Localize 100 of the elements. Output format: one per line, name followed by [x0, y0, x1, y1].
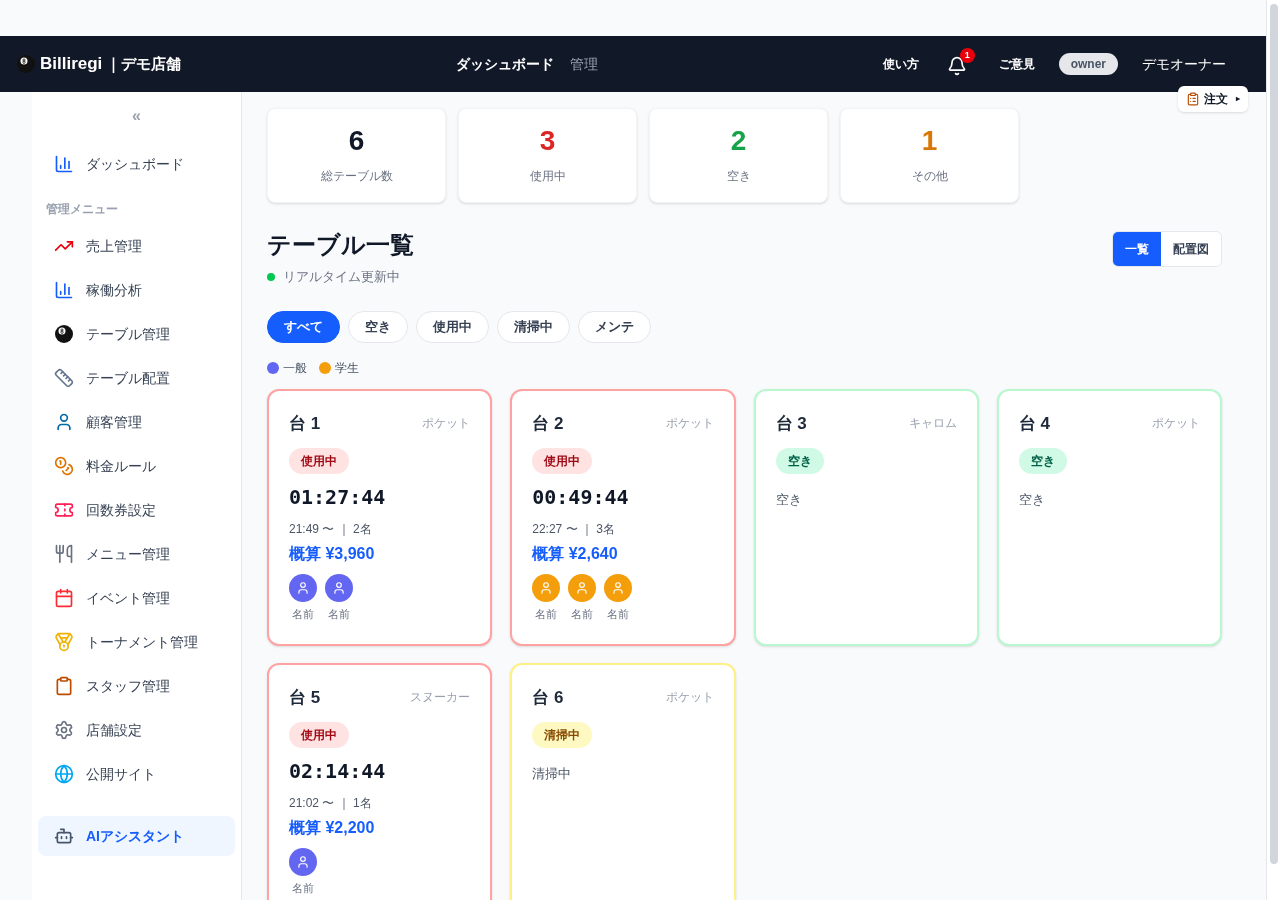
table-name: 台 2 — [532, 412, 564, 435]
view-tab[interactable]: 配置図 — [1161, 232, 1221, 266]
table-type: キャロム — [908, 415, 957, 433]
table-card[interactable]: 台 6 ポケット 清掃中 清掃中 — [510, 662, 736, 900]
guest-name: 名前 — [292, 607, 314, 622]
status-badge: 空き — [775, 448, 824, 474]
sidebar-item[interactable]: ダッシュボード — [38, 144, 235, 184]
person-icon — [54, 412, 74, 432]
status-note: 空き — [775, 491, 803, 509]
nav-link[interactable]: 管理 — [570, 53, 598, 75]
guest-avatar[interactable] — [289, 574, 317, 602]
live-status: リアルタイム更新中 — [283, 268, 400, 286]
stat-label: 総テーブル数 — [320, 167, 393, 185]
status-badge: 使用中 — [289, 448, 349, 474]
globe-icon — [54, 764, 74, 784]
stat-label: その他 — [911, 167, 948, 185]
table-name: 台 6 — [532, 686, 564, 709]
elapsed-timer: 00:49:44 — [532, 484, 630, 511]
table-name: 台 3 — [775, 412, 807, 435]
table-card[interactable]: 台 5 スヌーカー 使用中 02:14:44 21:02 〜 ｜ 1名 概算 ¥2,200 名前 — [267, 662, 493, 900]
sidebar-item[interactable]: スタッフ管理 — [38, 666, 235, 706]
estimated-price: 概算 ¥2,200 — [289, 818, 376, 838]
nav-link[interactable]: ダッシュボード — [456, 53, 554, 75]
medal-icon — [54, 632, 74, 652]
filter-chip[interactable]: 使用中 — [416, 310, 489, 343]
sidebar-item[interactable]: メニュー管理 — [38, 534, 235, 574]
bell-icon — [946, 56, 967, 76]
table-type: ポケット — [665, 689, 714, 707]
table-type: スヌーカー — [410, 689, 471, 707]
order-button[interactable]: 注文 ▸ — [1178, 86, 1248, 112]
sidebar-item[interactable]: イベント管理 — [38, 578, 235, 618]
person-icon — [296, 855, 310, 869]
guest-name: 名前 — [328, 607, 350, 622]
feedback-link[interactable]: ご意見 — [998, 55, 1035, 73]
filter-chip[interactable]: 清掃中 — [497, 310, 570, 343]
person-icon — [332, 581, 346, 595]
person-icon — [539, 581, 554, 595]
calendar-icon — [54, 588, 74, 608]
start-time: 21:49 〜 ｜ 2名 — [289, 521, 373, 538]
bar-chart-icon — [54, 280, 74, 300]
guest-avatar[interactable] — [289, 848, 317, 876]
sidebar-item[interactable]: 店舗設定 — [38, 710, 235, 750]
legend-label: 学生 — [335, 359, 359, 377]
utensils-icon — [54, 544, 74, 564]
status-note: 空き — [1018, 491, 1046, 509]
stat-value: 6 — [348, 126, 365, 155]
filter-chip[interactable]: 空き — [348, 310, 408, 343]
ticket-icon — [54, 500, 74, 520]
sidebar-item[interactable]: 顧客管理 — [38, 402, 235, 442]
table-name: 台 1 — [289, 412, 321, 435]
brand-name[interactable]: Billiregi — [40, 51, 103, 77]
status-note: 清掃中 — [532, 765, 573, 783]
notification-button[interactable]: 1 — [942, 48, 975, 80]
elapsed-timer: 02:14:44 — [289, 758, 387, 785]
guest-avatar[interactable] — [325, 574, 353, 602]
ruler-icon — [54, 368, 74, 388]
legend-label: 一般 — [283, 359, 307, 377]
sidebar-item[interactable]: 公開サイト — [38, 754, 235, 794]
sidebar-item[interactable]: 売上管理 — [38, 226, 235, 266]
table-card[interactable]: 台 3 キャロム 空き 空き — [753, 388, 979, 646]
role-badge: owner — [1058, 53, 1118, 75]
table-card[interactable]: 台 1 ポケット 使用中 01:27:44 21:49 〜 ｜ 2名 概算 ¥3,960 名前 名前 — [267, 388, 493, 646]
table-name: 台 4 — [1018, 412, 1050, 435]
stat-value: 3 — [539, 126, 556, 155]
start-time: 21:02 〜 ｜ 1名 — [289, 795, 373, 812]
guest-name: 名前 — [535, 607, 558, 622]
sidebar-item[interactable]: トーナメント管理 — [38, 622, 235, 662]
guest-name: 名前 — [571, 607, 594, 622]
status-badge: 使用中 — [289, 722, 349, 748]
guest-name: 名前 — [607, 607, 630, 622]
filter-chip[interactable]: メンテ — [578, 310, 651, 343]
estimated-price: 概算 ¥3,960 — [289, 544, 376, 564]
bar-chart-icon — [54, 154, 74, 174]
page-title: テーブル一覧 — [267, 230, 414, 260]
section-title: 管理メニュー — [45, 201, 119, 218]
sidebar-item[interactable]: テーブル管理 — [38, 314, 235, 354]
stat-value: 2 — [730, 126, 747, 155]
stat-label: 使用中 — [529, 167, 566, 185]
billiard-ball-icon — [16, 54, 36, 74]
user-menu[interactable]: デモオーナー — [1142, 53, 1226, 75]
elapsed-timer: 01:27:44 — [289, 484, 387, 511]
sidebar-item[interactable]: 回数券設定 — [38, 490, 235, 530]
stat-label: 空き — [726, 167, 751, 185]
view-tab[interactable]: 一覧 — [1113, 232, 1161, 266]
sidebar-item[interactable]: 料金ルール — [38, 446, 235, 486]
person-icon — [296, 581, 310, 595]
estimated-price: 概算 ¥2,640 — [532, 544, 619, 564]
sidebar-item[interactable]: 稼働分析 — [38, 270, 235, 310]
table-card[interactable]: 台 4 ポケット 空き 空き — [996, 388, 1222, 646]
table-name: 台 5 — [289, 686, 321, 709]
status-badge: 空き — [1018, 448, 1067, 474]
clipboard-icon — [54, 676, 74, 696]
sidebar-item[interactable]: AIアシスタント — [38, 816, 235, 856]
caret-icon: ▸ — [1236, 93, 1240, 105]
table-type: ポケット — [665, 415, 714, 433]
sidebar-item[interactable]: テーブル配置 — [38, 358, 235, 398]
settings-icon — [54, 720, 74, 740]
help-link[interactable]: 使い方 — [882, 55, 919, 73]
filter-chip[interactable]: すべて — [267, 310, 340, 343]
person-icon — [611, 581, 626, 595]
